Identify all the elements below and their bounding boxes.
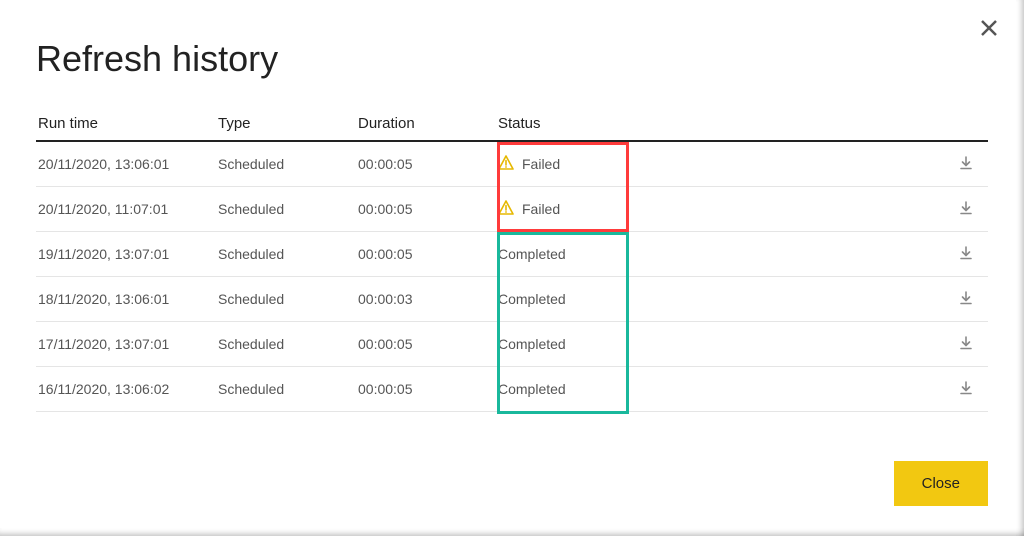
cell-duration: 00:00:05 xyxy=(358,246,498,262)
status-label: Completed xyxy=(498,381,566,397)
col-header-type: Type xyxy=(218,115,358,132)
cell-runtime: 20/11/2020, 11:07:01 xyxy=(36,201,218,217)
status-label: Completed xyxy=(498,246,566,262)
cell-duration: 00:00:05 xyxy=(358,156,498,172)
close-icon[interactable] xyxy=(980,18,998,42)
cell-type: Scheduled xyxy=(218,201,358,217)
cell-type: Scheduled xyxy=(218,246,358,262)
cell-status: Failed xyxy=(498,200,878,219)
cell-status: Completed xyxy=(498,336,878,352)
close-button[interactable]: Close xyxy=(894,461,988,506)
status-label: Failed xyxy=(522,156,560,172)
cell-status: Completed xyxy=(498,291,878,307)
warning-icon xyxy=(498,200,514,219)
table-row: 17/11/2020, 13:07:01Scheduled00:00:05Com… xyxy=(36,322,988,367)
status-label: Completed xyxy=(498,336,566,352)
table-header-row: Run time Type Duration Status xyxy=(36,106,988,142)
cell-status: Failed xyxy=(498,155,878,174)
cell-status: Completed xyxy=(498,246,878,262)
download-icon[interactable] xyxy=(954,196,978,223)
col-header-duration: Duration xyxy=(358,115,498,132)
table-row: 18/11/2020, 13:06:01Scheduled00:00:03Com… xyxy=(36,277,988,322)
download-icon[interactable] xyxy=(954,331,978,358)
cell-type: Scheduled xyxy=(218,156,358,172)
download-icon[interactable] xyxy=(954,376,978,403)
cell-runtime: 16/11/2020, 13:06:02 xyxy=(36,381,218,397)
table-row: 16/11/2020, 13:06:02Scheduled00:00:05Com… xyxy=(36,367,988,412)
download-icon[interactable] xyxy=(954,241,978,268)
cell-duration: 00:00:05 xyxy=(358,381,498,397)
cell-runtime: 19/11/2020, 13:07:01 xyxy=(36,246,218,262)
cell-type: Scheduled xyxy=(218,336,358,352)
cell-runtime: 20/11/2020, 13:06:01 xyxy=(36,156,218,172)
cell-duration: 00:00:03 xyxy=(358,291,498,307)
table-row: 20/11/2020, 11:07:01Scheduled00:00:05 Fai… xyxy=(36,187,988,232)
cell-type: Scheduled xyxy=(218,381,358,397)
col-header-runtime: Run time xyxy=(36,115,218,132)
table-row: 19/11/2020, 13:07:01Scheduled00:00:05Com… xyxy=(36,232,988,277)
refresh-history-table: Run time Type Duration Status 20/11/2020… xyxy=(36,106,988,412)
cell-status: Completed xyxy=(498,381,878,397)
col-header-status: Status xyxy=(498,115,878,132)
cell-duration: 00:00:05 xyxy=(358,336,498,352)
status-label: Completed xyxy=(498,291,566,307)
download-icon[interactable] xyxy=(954,286,978,313)
page-title: Refresh history xyxy=(36,38,988,80)
cell-type: Scheduled xyxy=(218,291,358,307)
cell-runtime: 17/11/2020, 13:07:01 xyxy=(36,336,218,352)
cell-duration: 00:00:05 xyxy=(358,201,498,217)
warning-icon xyxy=(498,155,514,174)
table-row: 20/11/2020, 13:06:01Scheduled00:00:05 Fai… xyxy=(36,142,988,187)
download-icon[interactable] xyxy=(954,151,978,178)
cell-runtime: 18/11/2020, 13:06:01 xyxy=(36,291,218,307)
status-label: Failed xyxy=(522,201,560,217)
